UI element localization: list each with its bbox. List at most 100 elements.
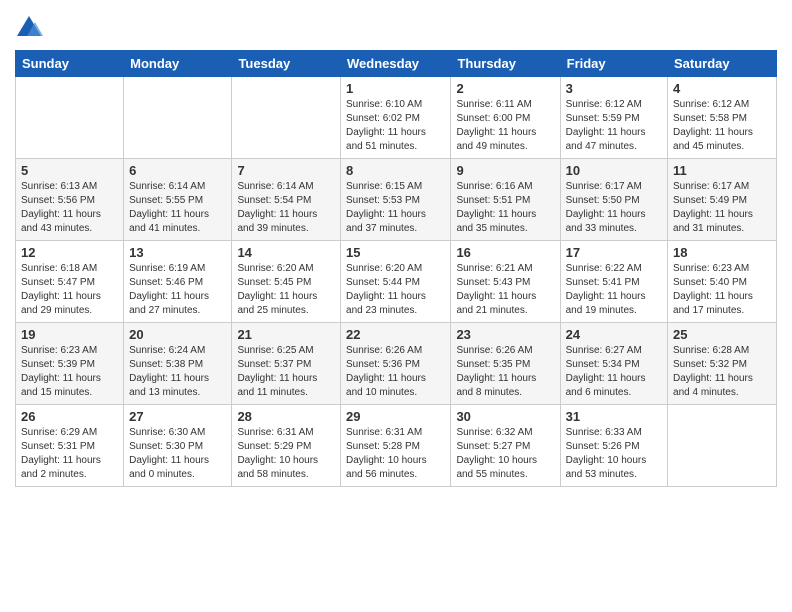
day-info: Sunrise: 6:19 AM Sunset: 5:46 PM Dayligh… — [129, 262, 226, 318]
day-info: Sunrise: 6:23 AM Sunset: 5:39 PM Dayligh… — [21, 344, 118, 400]
day-header-tuesday: Tuesday — [232, 51, 341, 77]
calendar-cell: 5 Sunrise: 6:13 AM Sunset: 5:56 PM Daylig… — [16, 159, 124, 241]
day-number: 8 — [346, 163, 445, 178]
day-number: 23 — [456, 327, 554, 342]
calendar-cell: 23Sunrise: 6:26 AM Sunset: 5:35 PM Dayli… — [451, 323, 560, 405]
calendar-week-row: 12 Sunrise: 6:18 AM Sunset: 5:47 PM Dayli… — [16, 241, 777, 323]
calendar-cell: 27Sunrise: 6:30 AM Sunset: 5:30 PM Dayli… — [124, 405, 232, 487]
calendar-week-row: 5 Sunrise: 6:13 AM Sunset: 5:56 PM Daylig… — [16, 159, 777, 241]
day-header-thursday: Thursday — [451, 51, 560, 77]
day-info: Sunrise: 6:31 AM Sunset: 5:28 PM Dayligh… — [346, 426, 445, 482]
day-number: 15 — [346, 245, 445, 260]
page-container: SundayMondayTuesdayWednesdayThursdayFrid… — [0, 0, 792, 497]
calendar-cell: 17 Sunrise: 6:22 AM Sunset: 5:41 PM Dayli… — [560, 241, 667, 323]
day-info: Sunrise: 6:16 AM Sunset: 5:51 PM Dayligh… — [456, 180, 554, 236]
calendar-cell: 28 Sunrise: 6:31 AM Sunset: 5:29 PM Dayli… — [232, 405, 341, 487]
calendar-cell: 26 Sunrise: 6:29 AM Sunset: 5:31 PM Dayli… — [16, 405, 124, 487]
day-info: Sunrise: 6:22 AM Sunset: 5:41 PM Dayligh… — [566, 262, 662, 318]
calendar-cell: 18 Sunrise: 6:23 AM Sunset: 5:40 PM Dayli… — [668, 241, 777, 323]
day-number: 29 — [346, 409, 445, 424]
day-number: 20 — [129, 327, 226, 342]
day-info: Sunrise: 6:17 AM Sunset: 5:49 PM Dayligh… — [673, 180, 771, 236]
day-number: 28 — [237, 409, 335, 424]
calendar-table: SundayMondayTuesdayWednesdayThursdayFrid… — [15, 50, 777, 487]
calendar-cell: 29 Sunrise: 6:31 AM Sunset: 5:28 PM Dayli… — [341, 405, 451, 487]
day-info: Sunrise: 6:25 AM Sunset: 5:37 PM Dayligh… — [237, 344, 335, 400]
day-number: 2 — [456, 81, 554, 96]
day-number: 9 — [456, 163, 554, 178]
day-number: 25 — [673, 327, 771, 342]
day-info: Sunrise: 6:20 AM Sunset: 5:45 PM Dayligh… — [237, 262, 335, 318]
calendar-week-row: 1 Sunrise: 6:10 AM Sunset: 6:02 PM Daylig… — [16, 77, 777, 159]
day-number: 26 — [21, 409, 118, 424]
day-number: 5 — [21, 163, 118, 178]
day-number: 18 — [673, 245, 771, 260]
day-info: Sunrise: 6:28 AM Sunset: 5:32 PM Dayligh… — [673, 344, 771, 400]
day-info: Sunrise: 6:14 AM Sunset: 5:55 PM Dayligh… — [129, 180, 226, 236]
day-info: Sunrise: 6:21 AM Sunset: 5:43 PM Dayligh… — [456, 262, 554, 318]
day-info: Sunrise: 6:29 AM Sunset: 5:31 PM Dayligh… — [21, 426, 118, 482]
day-number: 7 — [237, 163, 335, 178]
day-info: Sunrise: 6:12 AM Sunset: 5:58 PM Dayligh… — [673, 98, 771, 154]
day-header-sunday: Sunday — [16, 51, 124, 77]
calendar-cell: 13 Sunrise: 6:19 AM Sunset: 5:46 PM Dayli… — [124, 241, 232, 323]
day-number: 31 — [566, 409, 662, 424]
day-info: Sunrise: 6:13 AM Sunset: 5:56 PM Dayligh… — [21, 180, 118, 236]
calendar-cell: 22 Sunrise: 6:26 AM Sunset: 5:36 PM Dayli… — [341, 323, 451, 405]
calendar-cell: 1 Sunrise: 6:10 AM Sunset: 6:02 PM Daylig… — [341, 77, 451, 159]
day-info: Sunrise: 6:10 AM Sunset: 6:02 PM Dayligh… — [346, 98, 445, 154]
calendar-cell: 11 Sunrise: 6:17 AM Sunset: 5:49 PM Dayli… — [668, 159, 777, 241]
calendar-cell: 24 Sunrise: 6:27 AM Sunset: 5:34 PM Dayli… — [560, 323, 667, 405]
day-info: Sunrise: 6:11 AM Sunset: 6:00 PM Dayligh… — [456, 98, 554, 154]
day-number: 4 — [673, 81, 771, 96]
day-number: 3 — [566, 81, 662, 96]
calendar-cell: 16 Sunrise: 6:21 AM Sunset: 5:43 PM Dayli… — [451, 241, 560, 323]
day-info: Sunrise: 6:17 AM Sunset: 5:50 PM Dayligh… — [566, 180, 662, 236]
day-number: 24 — [566, 327, 662, 342]
calendar-cell: 8 Sunrise: 6:15 AM Sunset: 5:53 PM Daylig… — [341, 159, 451, 241]
day-number: 19 — [21, 327, 118, 342]
calendar-cell: 7Sunrise: 6:14 AM Sunset: 5:54 PM Daylig… — [232, 159, 341, 241]
header — [15, 10, 777, 42]
day-number: 10 — [566, 163, 662, 178]
day-info: Sunrise: 6:31 AM Sunset: 5:29 PM Dayligh… — [237, 426, 335, 482]
day-number: 1 — [346, 81, 445, 96]
calendar-cell: 14 Sunrise: 6:20 AM Sunset: 5:45 PM Dayli… — [232, 241, 341, 323]
calendar-cell: 2 Sunrise: 6:11 AM Sunset: 6:00 PM Daylig… — [451, 77, 560, 159]
day-number: 12 — [21, 245, 118, 260]
calendar-cell: 6 Sunrise: 6:14 AM Sunset: 5:55 PM Daylig… — [124, 159, 232, 241]
day-header-monday: Monday — [124, 51, 232, 77]
day-info: Sunrise: 6:20 AM Sunset: 5:44 PM Dayligh… — [346, 262, 445, 318]
day-info: Sunrise: 6:18 AM Sunset: 5:47 PM Dayligh… — [21, 262, 118, 318]
day-number: 30 — [456, 409, 554, 424]
calendar-cell: 10 Sunrise: 6:17 AM Sunset: 5:50 PM Dayli… — [560, 159, 667, 241]
logo — [15, 14, 47, 42]
day-info: Sunrise: 6:23 AM Sunset: 5:40 PM Dayligh… — [673, 262, 771, 318]
calendar-cell: 20 Sunrise: 6:24 AM Sunset: 5:38 PM Dayli… — [124, 323, 232, 405]
calendar-week-row: 19 Sunrise: 6:23 AM Sunset: 5:39 PM Dayli… — [16, 323, 777, 405]
calendar-cell: 12 Sunrise: 6:18 AM Sunset: 5:47 PM Dayli… — [16, 241, 124, 323]
calendar-cell — [124, 77, 232, 159]
day-info: Sunrise: 6:26 AM Sunset: 5:36 PM Dayligh… — [346, 344, 445, 400]
day-info: Sunrise: 6:15 AM Sunset: 5:53 PM Dayligh… — [346, 180, 445, 236]
day-info: Sunrise: 6:12 AM Sunset: 5:59 PM Dayligh… — [566, 98, 662, 154]
calendar-cell — [232, 77, 341, 159]
day-header-wednesday: Wednesday — [341, 51, 451, 77]
calendar-cell: 21 Sunrise: 6:25 AM Sunset: 5:37 PM Dayli… — [232, 323, 341, 405]
day-number: 13 — [129, 245, 226, 260]
day-number: 11 — [673, 163, 771, 178]
day-info: Sunrise: 6:32 AM Sunset: 5:27 PM Dayligh… — [456, 426, 554, 482]
day-info: Sunrise: 6:33 AM Sunset: 5:26 PM Dayligh… — [566, 426, 662, 482]
day-number: 16 — [456, 245, 554, 260]
day-info: Sunrise: 6:27 AM Sunset: 5:34 PM Dayligh… — [566, 344, 662, 400]
logo-icon — [15, 14, 43, 42]
calendar-cell: 31 Sunrise: 6:33 AM Sunset: 5:26 PM Dayli… — [560, 405, 667, 487]
day-number: 22 — [346, 327, 445, 342]
day-number: 17 — [566, 245, 662, 260]
day-info: Sunrise: 6:24 AM Sunset: 5:38 PM Dayligh… — [129, 344, 226, 400]
calendar-cell — [668, 405, 777, 487]
day-number: 21 — [237, 327, 335, 342]
day-number: 14 — [237, 245, 335, 260]
calendar-cell: 25 Sunrise: 6:28 AM Sunset: 5:32 PM Dayli… — [668, 323, 777, 405]
day-number: 6 — [129, 163, 226, 178]
